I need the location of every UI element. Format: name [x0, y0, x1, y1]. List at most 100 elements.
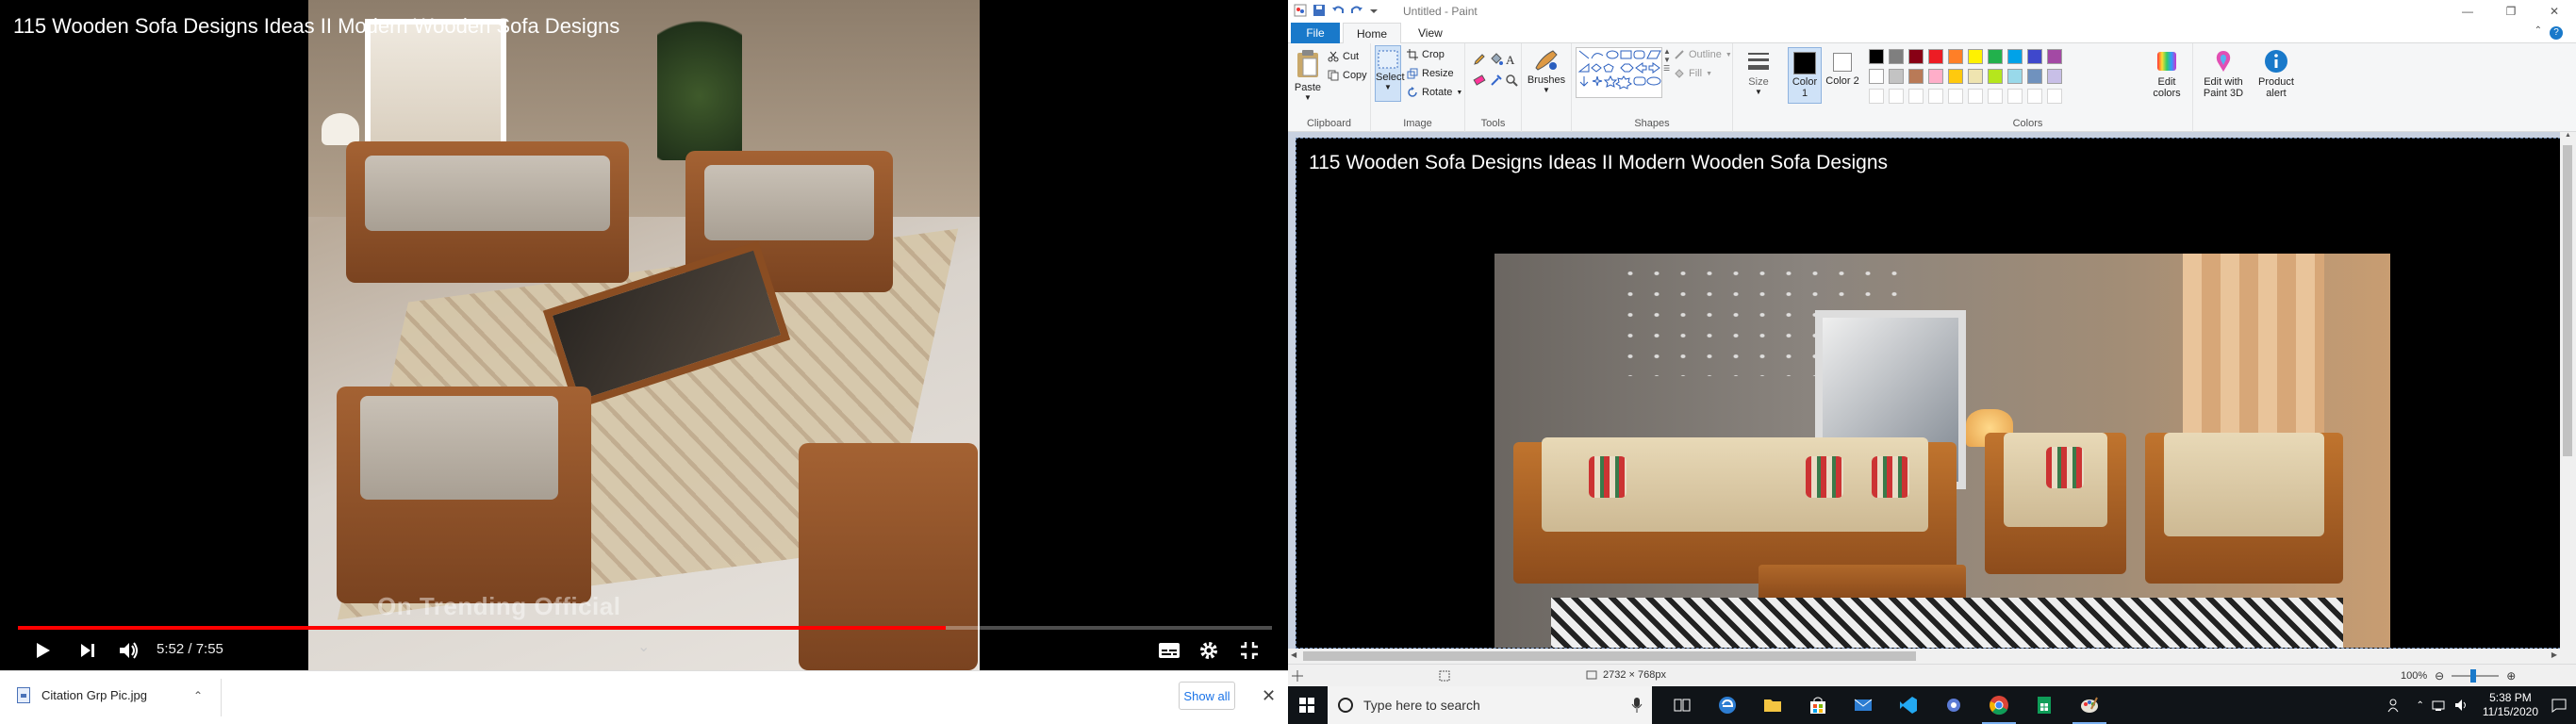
custom-color-slot[interactable] [1869, 89, 1884, 104]
palette-swatch[interactable] [2047, 69, 2062, 84]
pencil-icon[interactable] [1473, 53, 1486, 66]
palette-swatch[interactable] [1869, 49, 1884, 64]
help-icon[interactable]: ? [2550, 26, 2563, 40]
taskbar-search-box[interactable]: Type here to search [1328, 686, 1652, 724]
task-view-button[interactable] [1660, 686, 1705, 724]
palette-swatch[interactable] [1968, 69, 1983, 84]
scroll-left-icon[interactable]: ◀ [1291, 650, 1296, 659]
canvas-workspace[interactable]: 115 Wooden Sofa Designs Ideas II Modern … [1288, 132, 2576, 649]
palette-swatch[interactable] [1869, 69, 1884, 84]
chevron-down-icon[interactable]: ⌄ [637, 637, 650, 656]
network-icon[interactable] [2432, 699, 2447, 712]
palette-swatch[interactable] [1988, 69, 2003, 84]
show-all-button[interactable]: Show all [1179, 682, 1235, 710]
select-button[interactable]: Select ▼ [1375, 45, 1405, 102]
progress-bar[interactable] [18, 626, 1272, 630]
palette-swatch[interactable] [1968, 49, 1983, 64]
video-player[interactable]: On Trending Official 115 Wooden Sofa Des… [0, 0, 1288, 670]
palette-swatch[interactable] [2007, 69, 2023, 84]
shapes-scroll-icon[interactable]: ▲ ▼ ☰ [1663, 47, 1671, 73]
restore-button[interactable]: ❐ [2489, 0, 2533, 23]
subtitles-button[interactable] [1158, 635, 1181, 666]
vertical-scroll-thumb[interactable] [2563, 145, 2572, 456]
download-item[interactable]: Citation Grp Pic.jpg [17, 687, 147, 703]
palette-swatch[interactable] [2047, 49, 2062, 64]
custom-color-slot[interactable] [1889, 89, 1904, 104]
play-button[interactable] [32, 635, 53, 666]
palette-swatch[interactable] [1948, 49, 1963, 64]
resize-button[interactable]: Resize [1407, 68, 1454, 79]
exit-fullscreen-button[interactable] [1239, 635, 1260, 666]
store-button[interactable] [1795, 686, 1841, 724]
palette-swatch[interactable] [1928, 49, 1943, 64]
show-hidden-icons[interactable]: ⌃ [2416, 700, 2423, 711]
cut-button[interactable]: Cut [1328, 51, 1359, 62]
product-alert-button[interactable]: Product alert [2254, 49, 2299, 99]
sheets-button[interactable] [2022, 686, 2067, 724]
color-picker-icon[interactable] [1490, 74, 1503, 87]
paint-taskbar-button[interactable] [2067, 686, 2112, 724]
fill-button[interactable]: Fill ▼ [1674, 68, 1712, 79]
edit-colors-button[interactable]: Edit colors [2146, 49, 2188, 99]
palette-swatch[interactable] [1908, 69, 1924, 84]
brushes-button[interactable]: Brushes ▼ [1526, 47, 1567, 94]
paste-button[interactable]: Paste ▼ [1292, 49, 1324, 102]
horizontal-scroll-thumb[interactable] [1303, 651, 1916, 661]
canvas[interactable]: 115 Wooden Sofa Designs Ideas II Modern … [1296, 138, 2561, 649]
close-icon[interactable]: ✕ [1262, 686, 1276, 706]
people-icon[interactable] [2387, 698, 2403, 713]
palette-swatch[interactable] [2027, 49, 2042, 64]
video-title[interactable]: 115 Wooden Sofa Designs Ideas II Modern … [13, 14, 619, 39]
edit-with-paint3d-button[interactable]: Edit with Paint 3D [2197, 49, 2250, 99]
horizontal-scrollbar[interactable]: ◀ ▶ [1288, 649, 2576, 664]
minimize-button[interactable]: — [2446, 0, 2489, 23]
palette-swatch[interactable] [1988, 49, 2003, 64]
palette-swatch[interactable] [1889, 69, 1904, 84]
custom-color-slot[interactable] [2047, 89, 2062, 104]
zoom-slider-thumb[interactable] [2470, 669, 2477, 683]
chrome-button[interactable] [1976, 686, 2022, 724]
outline-button[interactable]: Outline ▼ [1674, 49, 1732, 60]
chevron-up-icon[interactable]: ⌃ [193, 689, 203, 702]
tab-view[interactable]: View [1405, 23, 1456, 43]
shapes-gallery[interactable] [1576, 47, 1662, 98]
size-button[interactable]: Size ▼ [1737, 49, 1780, 96]
tab-home[interactable]: Home [1343, 23, 1402, 44]
close-window-button[interactable]: ✕ [2533, 0, 2576, 23]
zoom-out-button[interactable]: ⊖ [2435, 669, 2444, 683]
custom-color-slot[interactable] [1908, 89, 1924, 104]
vertical-scrollbar[interactable]: ▲ [2560, 132, 2576, 649]
palette-swatch[interactable] [1948, 69, 1963, 84]
zoom-slider[interactable] [2452, 669, 2500, 683]
edge-button[interactable] [1705, 686, 1750, 724]
magnifier-icon[interactable] [1505, 74, 1518, 87]
system-clock[interactable]: 5:38 PM 11/15/2020 [2483, 691, 2538, 719]
scroll-up-icon[interactable]: ▲ [2560, 132, 2576, 139]
volume-tray-icon[interactable] [2454, 699, 2469, 712]
zoom-in-button[interactable]: ⊕ [2506, 669, 2516, 683]
ribbon-collapse-icon[interactable]: ⌃ [2535, 25, 2542, 36]
action-center-icon[interactable] [2551, 698, 2567, 713]
custom-color-slot[interactable] [1948, 89, 1963, 104]
text-icon[interactable]: A [1505, 53, 1518, 66]
file-explorer-button[interactable] [1750, 686, 1795, 724]
palette-swatch[interactable] [1908, 49, 1924, 64]
custom-color-slot[interactable] [2007, 89, 2023, 104]
custom-color-slot[interactable] [1928, 89, 1943, 104]
next-button[interactable] [77, 635, 98, 666]
color1-button[interactable]: Color 1 [1788, 47, 1822, 104]
rotate-button[interactable]: Rotate ▼ [1407, 87, 1462, 98]
windows-start-icon[interactable] [1297, 696, 1316, 715]
fill-bucket-icon[interactable] [1490, 53, 1503, 66]
download-file-name[interactable]: Citation Grp Pic.jpg [41, 688, 147, 702]
settings-button[interactable] [1198, 635, 1219, 666]
microphone-icon[interactable] [1631, 697, 1643, 714]
vscode-button[interactable] [1886, 686, 1931, 724]
custom-color-slot[interactable] [2027, 89, 2042, 104]
palette-swatch[interactable] [2007, 49, 2023, 64]
volume-button[interactable] [117, 635, 140, 666]
color2-button[interactable]: Color 2 [1825, 47, 1859, 104]
video-frame[interactable]: On Trending Official [308, 0, 980, 670]
scroll-right-icon[interactable]: ▶ [2551, 650, 2557, 659]
eraser-icon[interactable] [1473, 74, 1486, 87]
